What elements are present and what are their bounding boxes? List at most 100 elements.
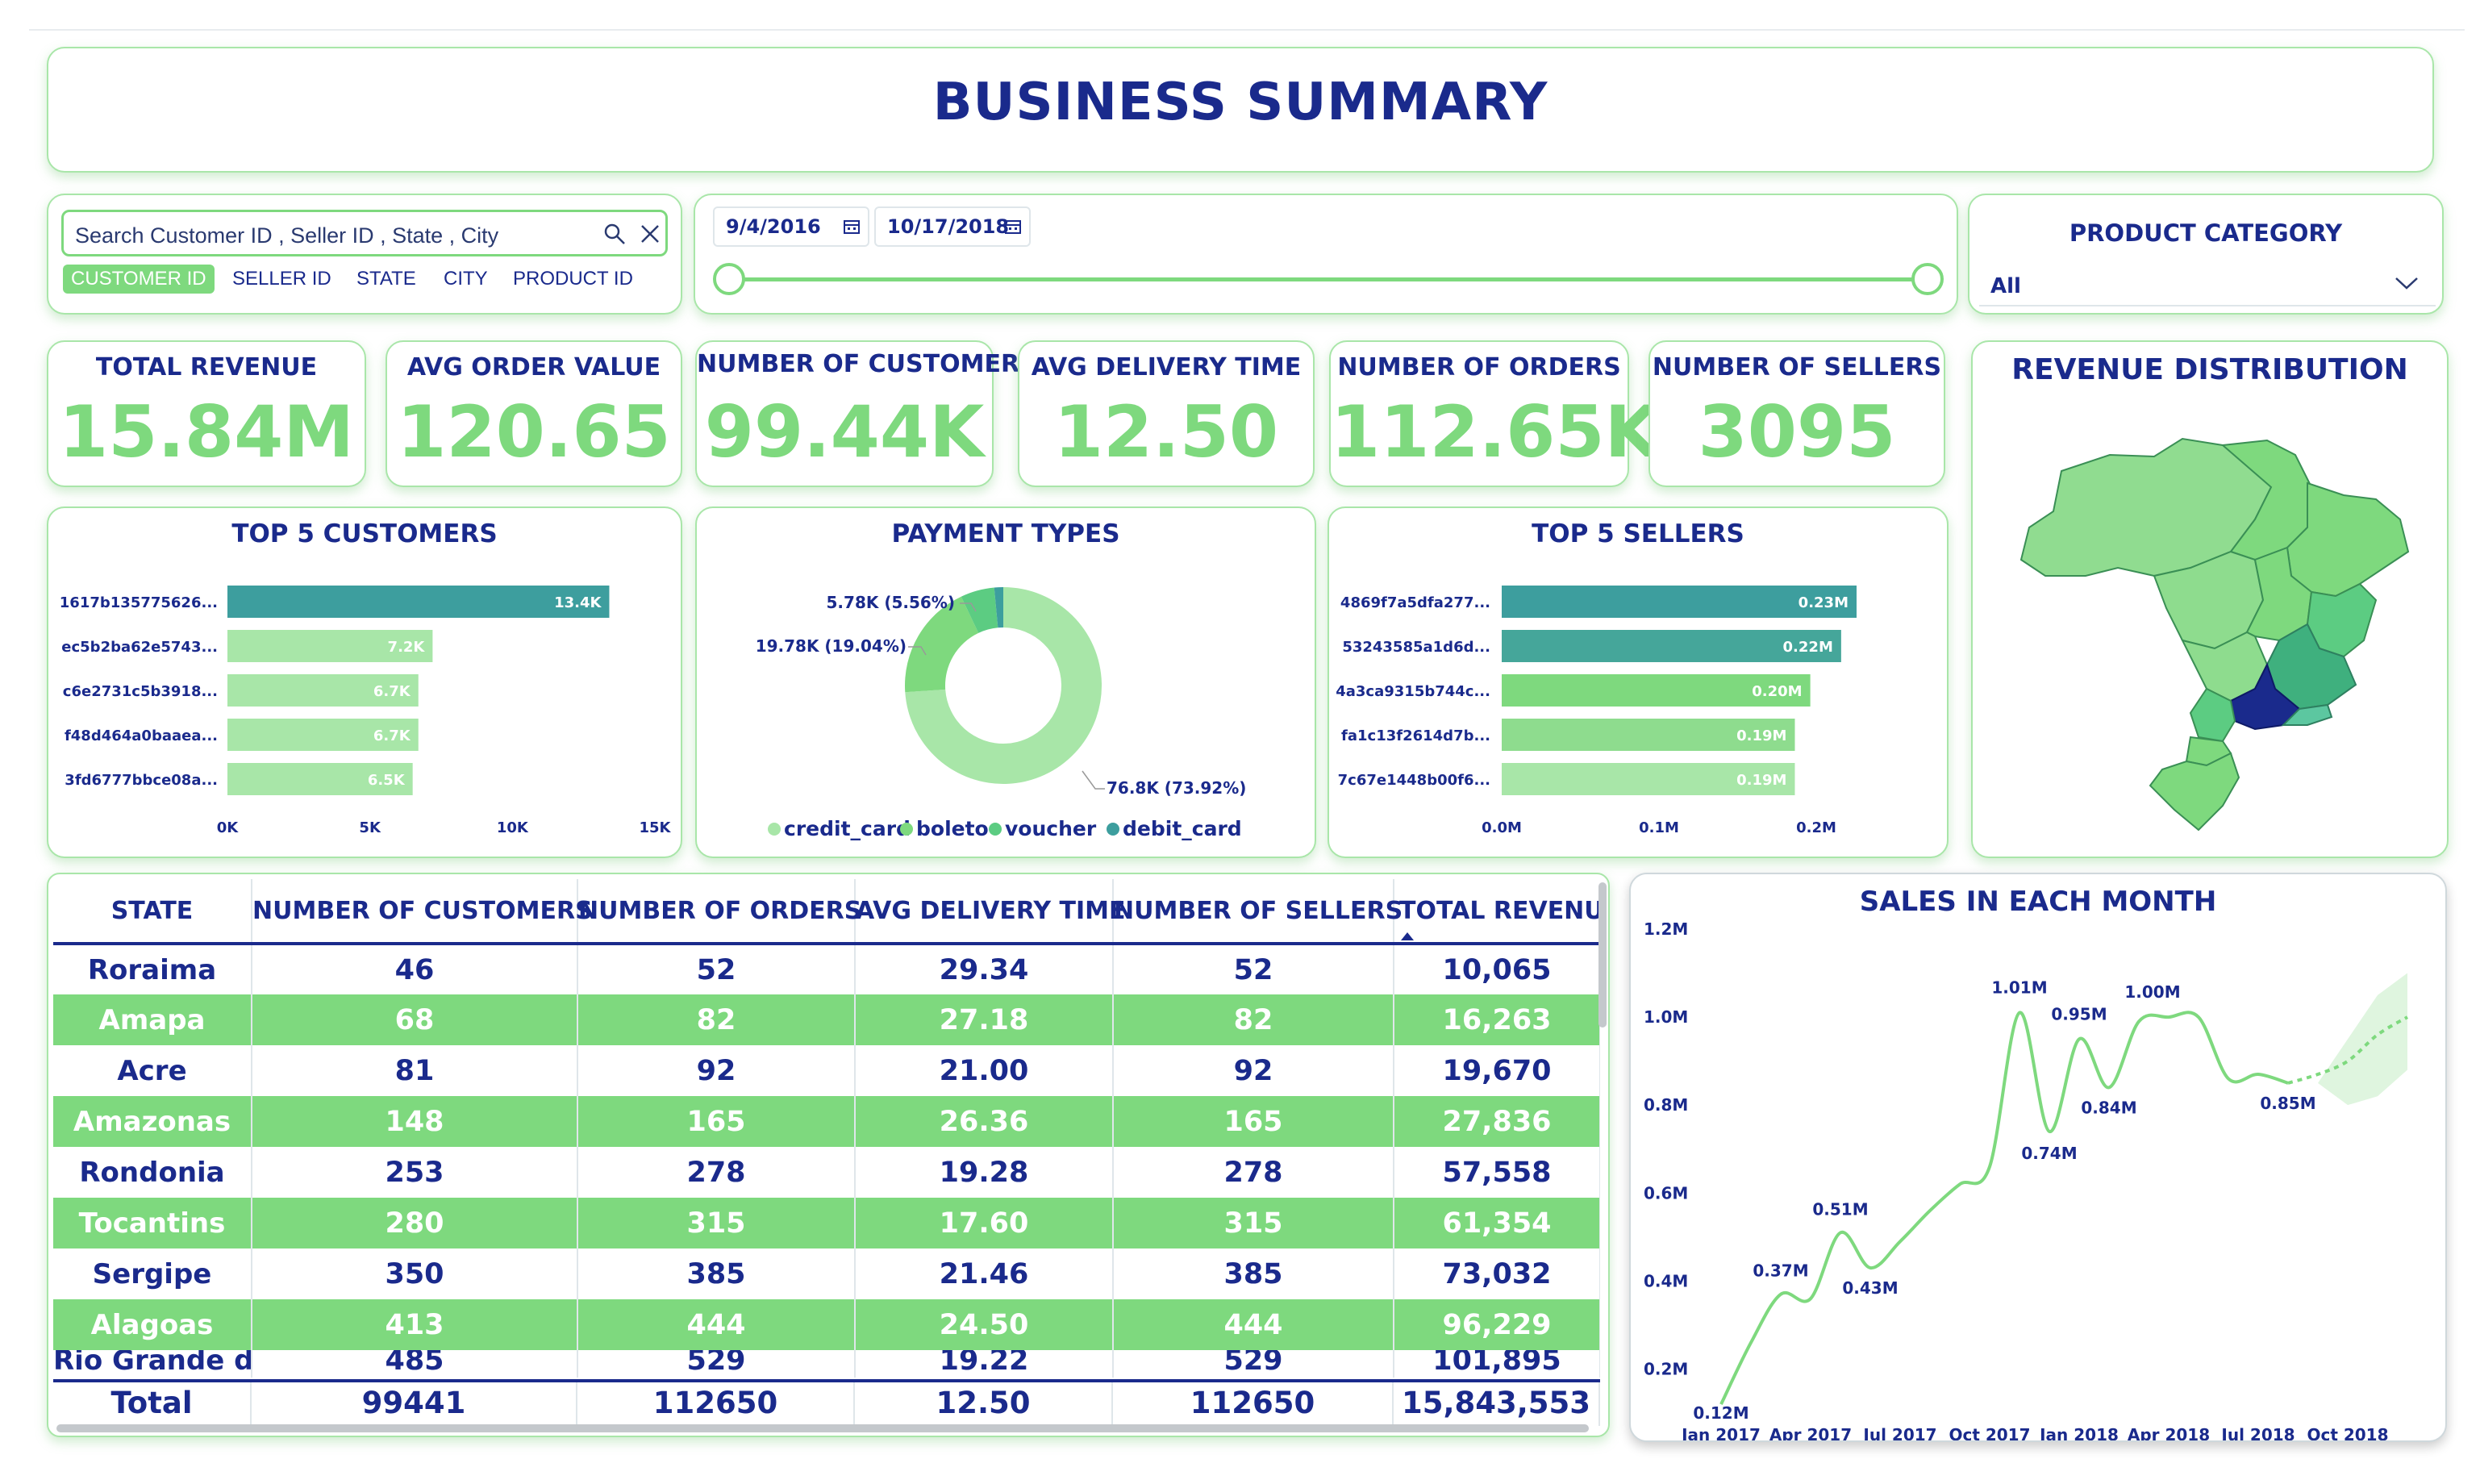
cell-delivery: 17.60 bbox=[855, 1198, 1114, 1248]
cell-orders: 165 bbox=[577, 1096, 856, 1147]
cell-orders: 315 bbox=[577, 1198, 856, 1248]
calendar-icon[interactable] bbox=[1005, 219, 1021, 234]
column-header-revenue[interactable]: TOTAL REVENUE bbox=[1394, 879, 1600, 945]
legend-label[interactable]: debit_card bbox=[1123, 817, 1242, 840]
search-icon[interactable] bbox=[602, 222, 627, 246]
top-sellers-chart: 4869f7a5dfa277... 0.23M 53243585a1d6d... 0.… bbox=[1336, 586, 1857, 836]
cell-state: Amazonas bbox=[53, 1096, 252, 1147]
bar-category-label: 1617b135775626... bbox=[60, 594, 218, 611]
point-value-label: 0.95M bbox=[2051, 1004, 2107, 1023]
cell-revenue: 61,354 bbox=[1394, 1198, 1600, 1248]
column-header-state[interactable]: STATE bbox=[53, 879, 252, 945]
bar-value-label: 0.19M bbox=[1736, 772, 1786, 789]
axis-tick-label: Jul 2018 bbox=[2219, 1425, 2295, 1440]
cell-orders: 82 bbox=[577, 994, 856, 1045]
table-row[interactable]: Rondonia 253 278 19.28 278 57,558 bbox=[53, 1147, 1600, 1198]
cell-delivery: 24.50 bbox=[855, 1299, 1114, 1350]
table-row[interactable]: Tocantins 280 315 17.60 315 61,354 bbox=[53, 1198, 1600, 1248]
horizontal-scrollbar[interactable] bbox=[56, 1424, 1589, 1432]
search-input[interactable]: Search Customer ID , Seller ID , State ,… bbox=[61, 210, 668, 256]
bar[interactable] bbox=[227, 586, 610, 618]
column-header-orders[interactable]: NUMBER OF ORDERS bbox=[577, 879, 861, 945]
sales-line[interactable] bbox=[1719, 1011, 2289, 1405]
table-total-row: Total 99441 112650 12.50 112650 15,843,5… bbox=[53, 1379, 1600, 1426]
axis-tick-label: 5K bbox=[359, 819, 381, 836]
bar-category-label: 4a3ca9315b744c... bbox=[1336, 683, 1490, 700]
date-slider-start-handle[interactable] bbox=[713, 263, 745, 295]
table-row[interactable]: Alagoas 413 444 24.50 444 96,229 bbox=[53, 1299, 1600, 1350]
calendar-icon[interactable] bbox=[844, 219, 860, 234]
date-slider-end-handle[interactable] bbox=[1911, 263, 1944, 295]
column-header-delivery[interactable]: AVG DELIVERY TIME bbox=[855, 879, 1125, 945]
table-row[interactable]: Amazonas 148 165 26.36 165 27,836 bbox=[53, 1096, 1600, 1147]
bar-category-label: ec5b2ba62e5743... bbox=[61, 639, 218, 656]
end-date-input[interactable]: 10/17/2018 bbox=[874, 206, 1031, 247]
donut-label: 76.8K (73.92%) bbox=[1107, 778, 1246, 798]
cell-state: Rio Grande do bbox=[53, 1350, 252, 1378]
axis-tick-label: 0.2M bbox=[1796, 819, 1836, 836]
cell-sellers: 529 bbox=[1113, 1350, 1394, 1378]
table-row[interactable]: Acre 81 92 21.00 92 19,670 bbox=[53, 1045, 1600, 1096]
cell-revenue: 10,065 bbox=[1394, 944, 1600, 994]
bar-category-label: 53243585a1d6d... bbox=[1342, 639, 1490, 656]
point-value-label: 1.00M bbox=[2124, 982, 2180, 1002]
kpi-avg-delivery-time: AVG DELIVERY TIME 12.50 bbox=[1018, 340, 1315, 487]
cell-orders: 92 bbox=[577, 1045, 856, 1096]
kpi-value: 112.65K bbox=[1331, 390, 1660, 473]
axis-tick-label: Jul 2017 bbox=[1861, 1425, 1936, 1440]
cell-sellers: 315 bbox=[1113, 1198, 1394, 1248]
vertical-scrollbar[interactable] bbox=[1598, 882, 1607, 1028]
filter-chip-customer-id[interactable]: CUSTOMER ID bbox=[63, 265, 215, 294]
axis-tick-label: 1.0M bbox=[1644, 1007, 1688, 1027]
table-row[interactable]: Sergipe 350 385 21.46 385 73,032 bbox=[53, 1248, 1600, 1299]
payment-types-card: PAYMENT TYPES 76.8K (73.92%) 19.78K (19.0… bbox=[695, 506, 1316, 858]
state-table-scroll-area[interactable]: STATE NUMBER OF CUSTOMERS NUMBER OF ORDE… bbox=[53, 879, 1600, 1428]
axis-tick-label: 0.1M bbox=[1639, 819, 1679, 836]
legend-marker bbox=[989, 823, 1002, 836]
chart-title: SALES IN EACH MONTH bbox=[1859, 886, 2217, 918]
end-date-value: 10/17/2018 bbox=[887, 215, 1010, 238]
start-date-input[interactable]: 9/4/2016 bbox=[713, 206, 869, 247]
chevron-down-icon[interactable] bbox=[2394, 273, 2420, 294]
cell-revenue: 73,032 bbox=[1394, 1248, 1600, 1299]
kpi-value: 15.84M bbox=[59, 390, 354, 473]
filter-chip-product-id[interactable]: PRODUCT ID bbox=[505, 265, 641, 294]
bar-category-label: 4869f7a5dfa277... bbox=[1340, 594, 1490, 611]
brazil-revenue-map[interactable] bbox=[1989, 406, 2434, 842]
column-header-customers[interactable]: NUMBER OF CUSTOMERS bbox=[252, 879, 593, 945]
kpi-avg-order-value: AVG ORDER VALUE 120.65 bbox=[386, 340, 682, 487]
column-header-sellers[interactable]: NUMBER OF SELLERS bbox=[1113, 879, 1403, 945]
close-icon[interactable] bbox=[638, 222, 662, 246]
table-row[interactable]: Roraima 46 52 29.34 52 10,065 bbox=[53, 944, 1600, 994]
bar-category-label: 3fd6777bbce08a... bbox=[65, 772, 218, 789]
kpi-label: TOTAL REVENUE bbox=[95, 353, 318, 381]
table-row[interactable]: Amapa 68 82 27.18 82 16,263 bbox=[53, 994, 1600, 1045]
cell-customers: 253 bbox=[252, 1147, 578, 1198]
legend-label[interactable]: boleto bbox=[916, 817, 989, 840]
cell-customers: 413 bbox=[252, 1299, 578, 1350]
table-row[interactable]: Rio Grande do 485 529 19.22 529 101,895 bbox=[53, 1350, 1600, 1378]
point-value-label: 0.85M bbox=[2260, 1094, 2315, 1113]
legend-label[interactable]: credit_card bbox=[784, 817, 911, 840]
legend-marker bbox=[768, 823, 781, 836]
forecast-confidence-band bbox=[2288, 973, 2407, 1106]
axis-tick-label: 0.2M bbox=[1644, 1359, 1688, 1378]
date-slider-track[interactable] bbox=[729, 277, 1926, 281]
kpi-value: 12.50 bbox=[1053, 390, 1279, 473]
cell-state: Rondonia bbox=[53, 1147, 252, 1198]
cell-orders: 278 bbox=[577, 1147, 856, 1198]
axis-tick-label: 0.8M bbox=[1644, 1095, 1688, 1115]
legend-label[interactable]: voucher bbox=[1005, 817, 1097, 840]
filter-chip-city[interactable]: CITY bbox=[436, 265, 496, 294]
cell-sellers: 52 bbox=[1113, 944, 1394, 994]
kpi-number-of-orders: NUMBER OF ORDERS 112.65K bbox=[1329, 340, 1660, 487]
filter-chip-seller-id[interactable]: SELLER ID bbox=[224, 265, 340, 294]
revenue-map-card: REVENUE DISTRIBUTION bbox=[1971, 340, 2449, 858]
bar-value-label: 0.19M bbox=[1736, 727, 1786, 744]
product-category-dropdown[interactable]: All bbox=[1979, 261, 2436, 306]
filter-chip-state[interactable]: STATE bbox=[348, 265, 424, 294]
search-placeholder: Search Customer ID , Seller ID , State ,… bbox=[75, 223, 499, 248]
axis-tick-label: 1.2M bbox=[1644, 923, 1688, 939]
sort-ascending-icon[interactable] bbox=[1401, 932, 1414, 940]
point-value-label: 0.37M bbox=[1753, 1261, 1808, 1281]
